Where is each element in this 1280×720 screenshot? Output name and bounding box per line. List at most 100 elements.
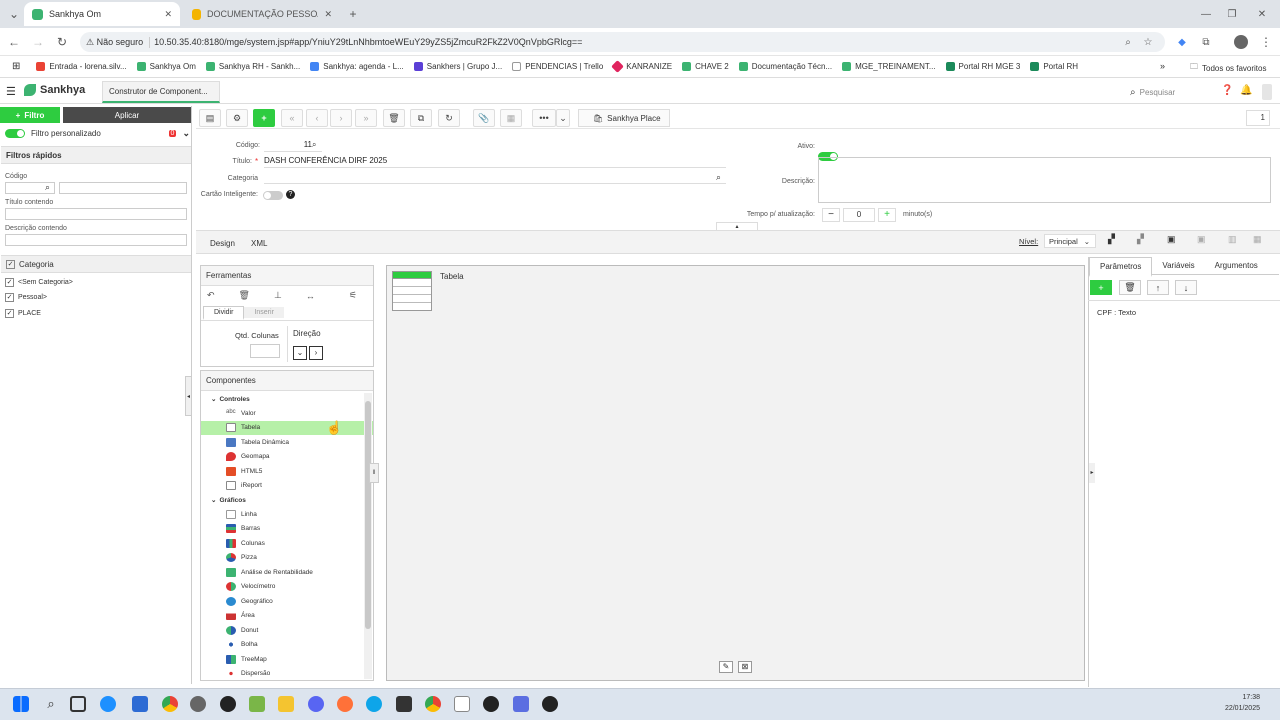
previous-record-icon[interactable]: ‹ bbox=[306, 109, 328, 127]
window-close-icon[interactable]: ✕ bbox=[1252, 4, 1272, 24]
app-icon[interactable] bbox=[249, 696, 265, 712]
browser-tab-sankhya[interactable]: Sankhya Om ✕ bbox=[24, 2, 180, 26]
tree-group-graficos[interactable]: ⌄ Gráficos bbox=[201, 493, 373, 507]
copy-icon[interactable]: ⧉ bbox=[410, 109, 432, 127]
hamburger-menu-icon[interactable]: ☰ bbox=[6, 85, 16, 98]
categoria-all-checkbox[interactable]: ✓ bbox=[6, 259, 15, 269]
task-view-icon[interactable] bbox=[70, 696, 86, 712]
search-icon[interactable]: ⌕ bbox=[43, 696, 59, 712]
app-icon[interactable] bbox=[220, 696, 236, 712]
titulo-field[interactable]: DASH CONFERÊNCIA DIRF 2025 bbox=[264, 156, 726, 168]
descricao-textarea[interactable] bbox=[818, 157, 1271, 203]
bookmark[interactable]: PENDENCIAS | Trello bbox=[512, 62, 603, 71]
bookmark[interactable]: Documentação Técn... bbox=[738, 62, 832, 71]
trash-icon[interactable]: 🗑 bbox=[1119, 280, 1141, 295]
cartao-toggle[interactable] bbox=[263, 191, 283, 200]
component-geomapa[interactable]: Geomapa bbox=[201, 450, 373, 465]
component-linha[interactable]: Linha bbox=[201, 507, 373, 522]
component-area[interactable]: Área bbox=[201, 609, 373, 624]
component-donut[interactable]: Donut bbox=[201, 623, 373, 638]
bookmark[interactable]: Sankhya RH - Sankh... bbox=[205, 62, 300, 71]
design-canvas[interactable]: Tabela ✎ ⊠ bbox=[386, 265, 1085, 681]
help-icon[interactable]: ❓ bbox=[1221, 85, 1233, 96]
category-checkbox[interactable]: ✓ bbox=[5, 309, 14, 318]
bookmark[interactable]: Sankhya: agenda - L... bbox=[310, 62, 404, 71]
media-player-icon[interactable] bbox=[542, 696, 558, 712]
resize-handle[interactable]: ‖ bbox=[369, 463, 379, 483]
component-bolha[interactable]: Bolha bbox=[201, 638, 373, 653]
more-options-icon[interactable]: ••• bbox=[532, 109, 556, 127]
browser-tab-documentacao[interactable]: DOCUMENTAÇÃO PESSOAL - G ✕ bbox=[184, 2, 340, 26]
widgets-icon[interactable] bbox=[100, 696, 116, 712]
url-field[interactable]: ⚠ Não seguro 10.50.35.40:8180/mge/system… bbox=[80, 32, 1165, 52]
profile-avatar[interactable] bbox=[1234, 35, 1248, 49]
app-icon[interactable] bbox=[366, 696, 382, 712]
app-tab-construtor[interactable]: Construtor de Component... bbox=[102, 81, 220, 103]
qtd-colunas-input[interactable] bbox=[250, 344, 280, 358]
aplicar-button[interactable]: Aplicar bbox=[63, 107, 191, 123]
component-ireport[interactable]: iReport bbox=[201, 479, 373, 494]
chevron-down-icon[interactable]: ⌄ bbox=[556, 109, 570, 127]
back-icon[interactable]: ← bbox=[4, 32, 24, 52]
tab-argumentos[interactable]: Argumentos bbox=[1205, 257, 1268, 274]
refresh-icon[interactable]: ↻ bbox=[438, 109, 460, 127]
titulo-filter-input[interactable] bbox=[5, 208, 187, 220]
layout-icon[interactable]: ▣ bbox=[1197, 234, 1206, 245]
component-colunas[interactable]: Colunas bbox=[201, 536, 373, 551]
component-dispersao[interactable]: Dispersão bbox=[201, 667, 373, 681]
search-icon[interactable]: ⌕ bbox=[312, 140, 316, 150]
component-velocimetro[interactable]: Velocímetro bbox=[201, 580, 373, 595]
menu-kebab-icon[interactable]: ⋮ bbox=[1256, 32, 1276, 52]
edit-icon[interactable]: ✎ bbox=[719, 661, 733, 673]
grid-view-icon[interactable]: ▤ bbox=[199, 109, 221, 127]
taskbar-clock[interactable]: 17:38 22/01/2025 bbox=[1225, 692, 1260, 714]
all-favorites-button[interactable]: 🗀 Todos os favoritos bbox=[1190, 61, 1266, 75]
puzzle-icon[interactable]: ⧉ bbox=[1196, 32, 1216, 52]
add-button[interactable]: + bbox=[253, 109, 275, 127]
zoom-icon[interactable]: ⌕ bbox=[1118, 32, 1138, 52]
app-icon[interactable] bbox=[190, 696, 206, 712]
trash-icon[interactable]: 🗑 bbox=[239, 290, 250, 301]
new-tab-icon[interactable]: + bbox=[343, 4, 363, 24]
remove-icon[interactable]: ⊠ bbox=[738, 661, 752, 673]
component-tabela[interactable]: Tabela bbox=[201, 420, 373, 435]
category-checkbox[interactable]: ✓ bbox=[5, 278, 14, 287]
nivel-select[interactable]: Principal ⌄ bbox=[1044, 234, 1096, 248]
tab-list-icon[interactable]: ⌄ bbox=[4, 4, 24, 24]
page-number[interactable]: 1 bbox=[1246, 110, 1270, 126]
sankhya-place-button[interactable]: 🛍 Sankhya Place bbox=[578, 109, 670, 127]
custom-filter-toggle[interactable] bbox=[5, 129, 25, 138]
gear-icon[interactable]: ⚙ bbox=[226, 109, 248, 127]
bookmark[interactable]: CHAVE 2 bbox=[682, 62, 729, 71]
tree-group-controles[interactable]: ⌄ Controles bbox=[201, 392, 373, 406]
bell-icon[interactable]: 🔔 bbox=[1240, 85, 1252, 96]
github-icon[interactable] bbox=[483, 696, 499, 712]
undo-icon[interactable]: ↶ bbox=[207, 290, 215, 301]
app-icon[interactable] bbox=[132, 696, 148, 712]
collapse-form-handle[interactable]: ▴ bbox=[716, 222, 758, 230]
tab-inserir[interactable]: Inserir bbox=[244, 307, 284, 318]
terminal-icon[interactable] bbox=[396, 696, 412, 712]
bookmark[interactable]: Entrada - lorena.silv... bbox=[36, 62, 127, 71]
security-warning[interactable]: ⚠ Não seguro bbox=[86, 36, 151, 48]
add-parameter-button[interactable]: + bbox=[1090, 280, 1112, 295]
tab-xml[interactable]: XML bbox=[245, 235, 273, 252]
move-down-icon[interactable]: ↓ bbox=[1175, 280, 1197, 295]
discord-icon[interactable] bbox=[308, 696, 324, 712]
direction-horizontal-icon[interactable]: › bbox=[309, 346, 323, 360]
scrollbar[interactable] bbox=[1262, 84, 1272, 100]
component-tabela-dinamica[interactable]: Tabela Dinâmica bbox=[201, 435, 373, 450]
expand-panel-handle[interactable]: ▸ bbox=[1089, 463, 1095, 483]
windows-start-icon[interactable] bbox=[13, 696, 29, 712]
bookmark[interactable]: Sankhya Om bbox=[136, 62, 196, 71]
layout-icon[interactable]: ▞ bbox=[1137, 234, 1144, 245]
categoria-field[interactable] bbox=[264, 172, 726, 184]
layout-icon[interactable]: ▞ bbox=[1108, 234, 1115, 245]
category-item[interactable]: ✓ Pessoal> bbox=[5, 293, 47, 302]
maximize-icon[interactable]: ❐ bbox=[1222, 4, 1242, 24]
descricao-filter-input[interactable] bbox=[5, 234, 187, 246]
layout-icon[interactable]: ▥ bbox=[1228, 234, 1237, 245]
chevron-down-icon[interactable]: ⌄ bbox=[182, 128, 190, 139]
search-icon[interactable]: ⌕ bbox=[45, 182, 50, 193]
help-icon[interactable]: ? bbox=[286, 190, 295, 199]
